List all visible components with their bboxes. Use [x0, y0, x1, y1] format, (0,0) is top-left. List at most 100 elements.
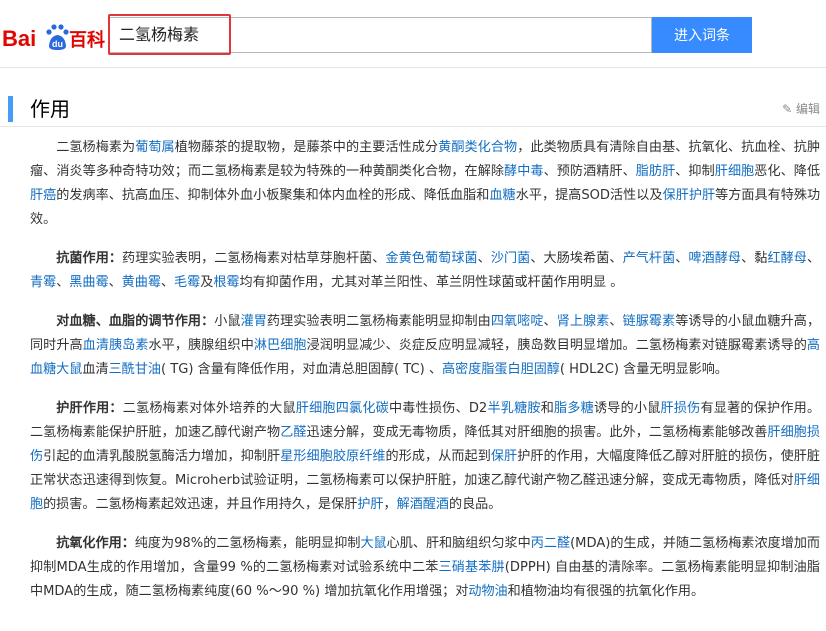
paragraph-heading: 抗菌作用： — [56, 251, 123, 266]
inline-link[interactable]: 保肝 — [491, 449, 517, 464]
edit-label: 编辑 — [795, 102, 820, 116]
logo-baike: 百科 — [69, 29, 105, 51]
paragraph-text: 的良品。 — [449, 497, 502, 512]
inline-link[interactable]: 高密度脂蛋白胆固醇 — [442, 362, 560, 377]
inline-link[interactable]: 脂多糖 — [554, 401, 594, 416]
paragraph-text: 水平，胰腺组织中 — [148, 338, 254, 353]
paragraph-text: ( HDL2C) 含量无明显影响。 — [559, 362, 728, 377]
inline-link[interactable]: 四氯化碳 — [336, 401, 389, 416]
paragraph-text: 浸润明显减少、炎症反应明显减轻，胰岛数目明显增加。二氢杨梅素对链脲霉素诱导的 — [306, 338, 807, 353]
inline-link[interactable]: 沙门菌 — [491, 251, 531, 266]
paragraph-text: ， — [383, 497, 397, 512]
inline-link[interactable]: 保肝护肝 — [663, 188, 716, 203]
inline-link[interactable]: 淋巴细胞 — [254, 338, 307, 353]
paragraph-text: 小鼠 — [214, 314, 241, 329]
inline-link[interactable]: 灌胃 — [241, 314, 267, 329]
inline-link[interactable]: 根霉 — [213, 275, 239, 290]
baidu-baike-logo[interactable]: Bai du 百科 — [2, 22, 106, 52]
paragraph-text: 中毒性损伤、D2 — [388, 401, 488, 416]
paragraph-text: 的形成，从而起到 — [385, 449, 491, 464]
paragraph-text: 、黏 — [741, 251, 768, 266]
enter-entry-button[interactable]: 进入词条 — [652, 17, 752, 53]
article-content: 二氢杨梅素为葡萄属植物藤茶的提取物，是藤茶中的主要活性成分黄酮类化合物，此类物质… — [30, 136, 820, 619]
paragraph: 抗菌作用：药理实验表明，二氢杨梅素对枯草芽胞杆菌、金黄色葡萄球菌、沙门菌、大肠埃… — [30, 247, 820, 295]
inline-link[interactable]: 链脲霉素 — [623, 314, 676, 329]
paragraph-heading: 对血糖、血脂的调节作用： — [56, 314, 215, 329]
search-highlight-frame — [108, 14, 231, 55]
inline-link[interactable]: 金黄色葡萄球菌 — [385, 251, 477, 266]
inline-link[interactable]: 血清胰岛素 — [83, 338, 149, 353]
inline-link[interactable]: 产气杆菌 — [623, 251, 676, 266]
paragraph-text: 心肌、肝和脑组织匀浆中 — [386, 536, 531, 551]
logo-bai: Bai — [2, 26, 36, 51]
inline-link[interactable]: 黄曲霉 — [122, 275, 161, 290]
paragraph: 对血糖、血脂的调节作用：小鼠灌胃药理实验表明二氢杨梅素能明显抑制由四氧嘧啶、肾上… — [30, 310, 820, 382]
inline-link[interactable]: 青霉 — [30, 275, 56, 290]
section-title: 作用 — [30, 97, 70, 121]
inline-link[interactable]: 毛霉 — [174, 275, 200, 290]
paragraph-text: 和植物油均有很强的抗氧化作用。 — [507, 584, 705, 599]
inline-link[interactable]: 红酵母 — [767, 251, 807, 266]
paragraph-text: 、 — [675, 251, 689, 266]
header-divider — [0, 67, 826, 68]
paragraph-text: 、 — [160, 275, 175, 290]
paragraph-text: 、 — [806, 251, 821, 266]
inline-link[interactable]: 酵中毒 — [504, 164, 544, 179]
inline-link[interactable]: 护肝 — [357, 497, 383, 512]
inline-link[interactable]: 黄酮类化合物 — [438, 140, 517, 155]
inline-link[interactable]: 解酒醒酒 — [397, 497, 449, 512]
inline-link[interactable]: 血糖 — [489, 188, 515, 203]
paragraph-text: 纯度为98%的二氢杨梅素，能明显抑制 — [134, 536, 361, 551]
paragraph: 二氢杨梅素为葡萄属植物藤茶的提取物，是藤茶中的主要活性成分黄酮类化合物，此类物质… — [30, 136, 820, 232]
logo-du: du — [52, 39, 63, 49]
inline-link[interactable]: 半乳糖胺 — [487, 401, 540, 416]
paragraph-text: 及 — [200, 275, 214, 290]
paragraph-text: 恶化、降低 — [754, 164, 821, 179]
inline-link[interactable]: 三酰甘油 — [109, 362, 161, 377]
top-bar: Bai du 百科 进入词条 — [0, 0, 826, 68]
paragraph-text: 水平，提高SOD活性以及 — [515, 188, 663, 203]
paragraph-text: 药理实验表明，二氢杨梅素对枯草芽胞杆菌、 — [122, 251, 386, 266]
paragraph-heading: 作用： — [82, 401, 123, 416]
inline-link[interactable]: 丙二醛 — [531, 536, 570, 551]
inline-link[interactable]: 三硝基苯肼 — [439, 560, 505, 575]
inline-link[interactable]: 动物油 — [468, 584, 507, 599]
inline-link[interactable]: 肝损伤 — [661, 401, 701, 416]
paragraph-text: 、 — [543, 314, 557, 329]
paragraph-text: 血清 — [82, 362, 109, 377]
paragraph-text: 、 — [477, 251, 491, 266]
inline-link[interactable]: 啤酒酵母 — [688, 251, 741, 266]
inline-link[interactable]: 肝癌 — [30, 188, 56, 203]
paragraph-text: 药理实验表明二氢杨梅素能明显抑制由 — [266, 314, 491, 329]
paragraph: 护肝作用：二氢杨梅素对体外培养的大鼠肝细胞四氯化碳中毒性损伤、D2半乳糖胺和脂多… — [30, 397, 820, 517]
paragraph-text: 迅速分解，变成无毒物质，降低其对肝细胞的损害。此外，二氢杨梅素能够改善 — [306, 425, 768, 440]
paragraph-text: 、预防酒精肝、 — [543, 164, 636, 179]
paragraph-text: 、 — [609, 314, 623, 329]
inline-link[interactable]: 脂肪肝 — [636, 164, 676, 179]
section-accent-bar — [8, 96, 13, 122]
inline-link[interactable]: 四氧嘧啶 — [491, 314, 544, 329]
paragraph-text: 引起的血清乳酸脱氢酶活力增加，抑制肝 — [43, 449, 281, 464]
inline-link[interactable]: 肾上腺素 — [557, 314, 610, 329]
inline-link[interactable]: 乙醛 — [280, 425, 306, 440]
inline-link[interactable]: 黑曲霉 — [69, 275, 108, 290]
inline-link[interactable]: 肝细胞 — [296, 401, 336, 416]
inline-link[interactable]: 葡萄属 — [135, 140, 175, 155]
pencil-icon: ✎ — [782, 102, 793, 116]
paragraph-text: 、抑制 — [675, 164, 715, 179]
inline-link[interactable]: 星形细胞胶原纤维 — [280, 449, 385, 464]
paragraph-text: 二氢杨梅素为 — [56, 140, 136, 155]
inline-link[interactable]: 护肝 — [56, 401, 83, 416]
paragraph-text: 、 — [56, 275, 70, 290]
paragraph-text: 植物藤茶的提取物，是藤茶中的主要活性成分 — [174, 140, 439, 155]
paragraph-text: 的损害。二氢杨梅素起效迅速，并且作用持久，是保肝 — [43, 497, 358, 512]
paragraph-text: 和 — [540, 401, 555, 416]
inline-link[interactable]: 肝细胞 — [715, 164, 755, 179]
paragraph-text: 诱导的小鼠 — [593, 401, 661, 416]
edit-link[interactable]: ✎ 编辑 — [782, 100, 820, 117]
paragraph-text: 、 — [108, 275, 122, 290]
inline-link[interactable]: 大鼠 — [360, 536, 386, 551]
paragraph-text: 的发病率、抗高血压、抑制体外血小板聚集和体内血栓的形成、降低血脂和 — [56, 188, 490, 203]
paragraph-text: ( TG) 含量有降低作用，对血清总胆固醇( TC) 、 — [160, 362, 443, 377]
paragraph-text: 、大肠埃希菌、 — [530, 251, 623, 266]
